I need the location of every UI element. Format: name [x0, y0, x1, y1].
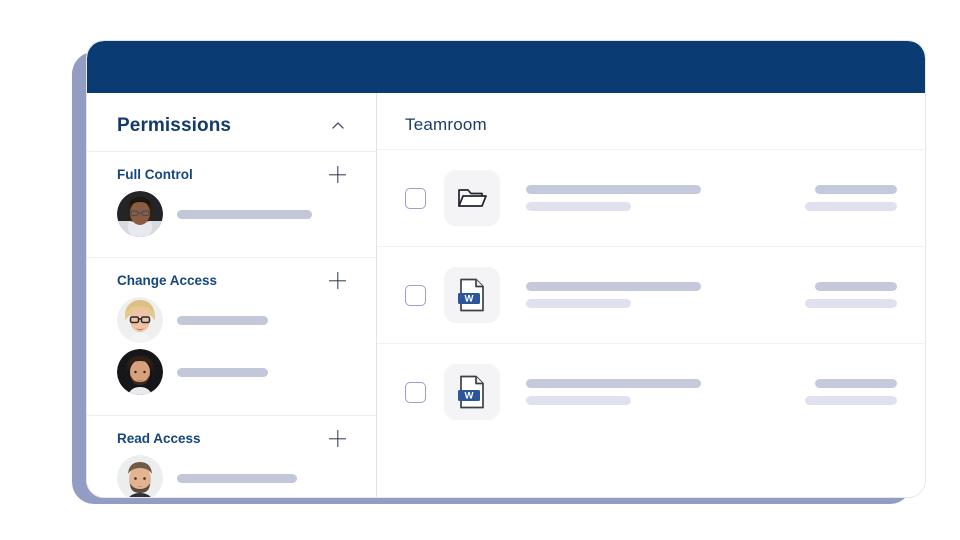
group-header: Read Access	[117, 430, 346, 447]
file-icon-tile	[444, 170, 500, 226]
group-label: Change Access	[117, 273, 218, 288]
member-name-placeholder	[177, 209, 312, 219]
member-row[interactable]	[117, 455, 346, 497]
row-meta-placeholder	[815, 185, 897, 194]
plus-icon[interactable]	[329, 166, 346, 183]
word-document-icon: W	[457, 375, 487, 409]
row-title-placeholder	[526, 282, 701, 291]
permissions-sidebar: Permissions Full Control Change Access R…	[87, 93, 377, 497]
row-text-placeholders	[518, 282, 787, 308]
svg-text:W: W	[465, 391, 474, 402]
panel-title: Permissions	[117, 115, 232, 136]
teamroom-content: Teamroom W W	[377, 93, 925, 497]
avatar	[117, 455, 163, 497]
plus-icon[interactable]	[329, 430, 346, 447]
group-label: Read Access	[117, 431, 201, 446]
card-body: Permissions Full Control Change Access R…	[87, 93, 925, 497]
content-header: Teamroom	[377, 93, 925, 150]
permission-group-change-access: Change Access	[87, 258, 376, 416]
group-header: Change Access	[117, 272, 346, 289]
avatar	[117, 349, 163, 395]
row-meta-sub-placeholder	[805, 396, 897, 405]
row-meta-placeholders	[805, 185, 897, 211]
permission-group-full-control: Full Control	[87, 152, 376, 258]
row-title-placeholder	[526, 185, 701, 194]
row-meta-placeholder	[815, 282, 897, 291]
row-title-placeholder	[526, 379, 701, 388]
file-icon-tile: W	[444, 267, 500, 323]
row-meta-placeholders	[805, 282, 897, 308]
member-name-placeholder	[177, 367, 268, 377]
table-row[interactable]	[377, 150, 925, 247]
row-checkbox[interactable]	[405, 381, 426, 403]
avatar	[117, 191, 163, 237]
row-subtitle-placeholder	[526, 202, 631, 211]
row-text-placeholders	[518, 379, 787, 405]
member-row[interactable]	[117, 297, 346, 343]
row-subtitle-placeholder	[526, 299, 631, 308]
row-checkbox[interactable]	[405, 284, 426, 306]
table-row[interactable]: W	[377, 344, 925, 440]
member-row[interactable]	[117, 349, 346, 395]
page-title: Teamroom	[405, 115, 487, 134]
permission-group-read-access: Read Access	[87, 416, 376, 497]
row-meta-placeholder	[815, 379, 897, 388]
screenshot-stage: Permissions Full Control Change Access R…	[0, 0, 960, 540]
word-document-icon: W	[457, 278, 487, 312]
group-label: Full Control	[117, 167, 193, 182]
member-name-placeholder	[177, 473, 297, 483]
row-meta-sub-placeholder	[805, 299, 897, 308]
group-header: Full Control	[117, 166, 346, 183]
file-icon-tile: W	[444, 364, 500, 420]
avatar	[117, 297, 163, 343]
row-text-placeholders	[518, 185, 787, 211]
folder-icon	[457, 185, 487, 211]
svg-text:W: W	[465, 294, 474, 305]
member-name-placeholder	[177, 315, 268, 325]
member-row[interactable]	[117, 191, 346, 237]
row-checkbox[interactable]	[405, 187, 426, 209]
app-card: Permissions Full Control Change Access R…	[86, 40, 926, 498]
row-subtitle-placeholder	[526, 396, 631, 405]
plus-icon[interactable]	[329, 272, 346, 289]
row-meta-placeholders	[805, 379, 897, 405]
chevron-up-icon[interactable]	[330, 118, 346, 134]
permissions-header: Permissions	[87, 93, 376, 152]
row-meta-sub-placeholder	[805, 202, 897, 211]
table-row[interactable]: W	[377, 247, 925, 344]
window-titlebar	[87, 41, 925, 93]
